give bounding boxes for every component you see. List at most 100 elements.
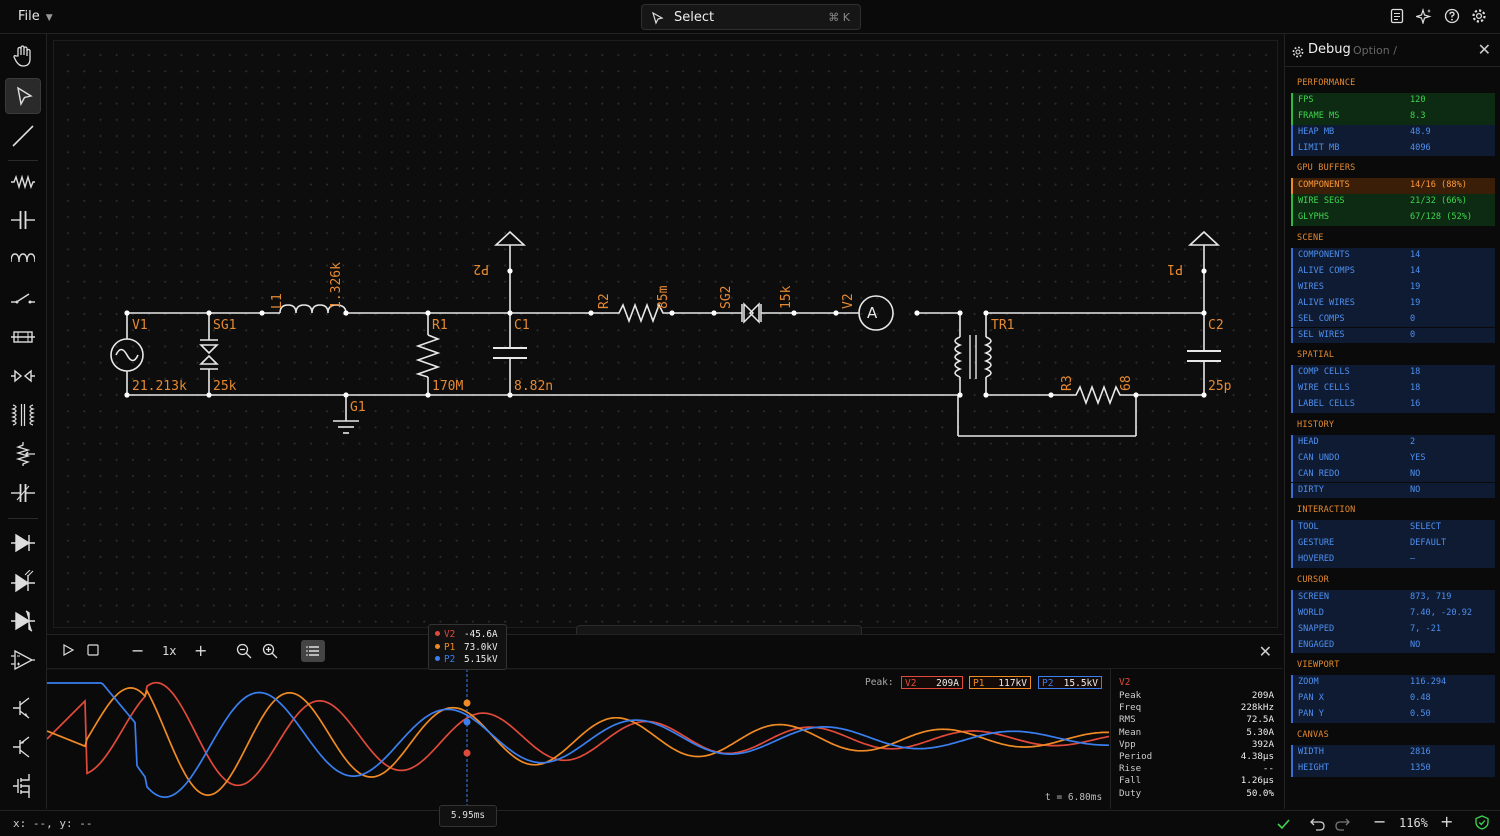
opamp-icon[interactable] [5,642,41,678]
debug-row: SEL WIRES 0 [1291,327,1495,344]
debug-section-interaction: INTERACTION [1297,505,1356,516]
switch-icon[interactable] [5,280,41,316]
debug-row: WIDTH 2816 [1291,744,1495,761]
debug-value: 14 [1410,250,1421,261]
file-menu[interactable]: File ▼ [18,9,53,24]
label-SG2-value: 15k [779,285,794,309]
speed-increase-button[interactable]: + [194,641,207,660]
close-icon[interactable]: ✕ [1478,40,1491,59]
debug-row: HOVERED — [1291,552,1495,568]
stat-value: 5.30A [1246,726,1274,738]
mosfet-icon[interactable] [5,768,41,804]
label-V2: V2 [841,293,856,309]
debug-row: HEAD 2 [1291,434,1495,451]
command-label: Select [674,10,715,25]
waveform-plot[interactable] [47,669,1110,809]
zoom-in-button[interactable]: + [1440,812,1453,831]
debug-key: HEAP MB [1298,126,1335,137]
inductor-icon[interactable] [5,241,41,277]
stop-icon[interactable] [87,644,99,660]
debug-row: WIRE CELLS 18 [1291,381,1495,397]
led-icon[interactable] [5,564,41,600]
stat-key: Duty [1119,787,1142,799]
debug-section-cursor: CURSOR [1297,574,1329,585]
tooltip-series: V2 [444,629,456,640]
top-bar: File ▼ Select ⌘ K [0,0,1500,34]
debug-key: WORLD [1298,607,1324,618]
debug-header: Debug Option / ✕ [1285,34,1500,67]
spark-gap-icon[interactable] [5,358,41,394]
debug-key: DIRTY [1298,484,1324,495]
stat-row: Duty 50.0% [1119,788,1274,800]
stat-key: Vpp [1119,738,1136,750]
cursor-marker-P1 [463,699,471,707]
undo-icon[interactable] [1310,816,1325,835]
pointer-icon[interactable] [5,78,41,114]
debug-key: PAN Y [1298,709,1324,720]
settings-icon[interactable] [1471,8,1487,28]
command-palette-button[interactable]: Select ⌘ K [641,4,861,30]
stat-key: Fall [1119,775,1142,787]
debug-value: 19 [1410,297,1421,308]
debug-shortcut: Option / [1353,44,1397,57]
document-icon[interactable] [1390,8,1404,28]
npn-transistor-icon[interactable] [5,690,41,726]
zoom-out-button[interactable]: − [1373,812,1386,831]
fuse-icon[interactable] [5,319,41,355]
schematic-canvas[interactable]: A V1 21.213k SG1 25k L1 1.326k R1 170M C… [53,40,1278,659]
debug-value: 48.9 [1410,126,1431,137]
help-icon[interactable] [1444,8,1460,28]
close-icon[interactable]: ✕ [1259,642,1272,661]
wire-icon[interactable] [5,118,41,154]
zoom-out-icon[interactable] [236,643,252,663]
stat-row: Period 4.38µs [1119,751,1274,763]
play-icon[interactable] [62,643,75,660]
waveform-P2 [47,682,1109,798]
tooltip-value: 5.15kV [464,654,498,665]
debug-value: 0 [1410,329,1416,340]
tooltip-value: -45.6A [464,629,498,640]
component-toolbar [0,34,47,809]
file-menu-label: File [18,9,40,24]
capacitor-icon[interactable] [5,202,41,238]
stat-row: Rise -- [1119,763,1274,775]
debug-value: 8.3 [1410,110,1426,121]
peak-name: V2 [905,678,917,689]
toolbar-separator [8,160,38,161]
stat-key: Rise [1119,763,1142,775]
zoom-in-icon[interactable] [262,643,278,663]
waveform-P1 [47,687,1109,796]
potentiometer-icon[interactable] [5,436,41,472]
debug-row: CAN REDO NO [1291,466,1495,483]
debug-value: 2816 [1410,746,1431,757]
sparkle-icon[interactable] [1414,7,1432,28]
hand-icon[interactable] [5,38,41,74]
stat-value: 392A [1251,738,1274,750]
pnp-transistor-icon[interactable] [5,729,41,765]
resistor-icon[interactable] [5,164,41,200]
debug-key: COMPONENTS [1298,250,1350,261]
debug-section-spatial: SPATIAL [1297,350,1335,361]
label-P1: P1 [1167,261,1183,276]
debug-key: WIDTH [1298,746,1324,757]
debug-key: WIRE CELLS [1298,383,1350,394]
peak-name: P2 [1042,678,1054,689]
label-R2-value: 85m [656,285,671,309]
diode-icon[interactable] [5,525,41,561]
chevron-down-icon: ▼ [45,13,53,23]
zener-diode-icon[interactable] [5,603,41,639]
stat-key: Freq [1119,702,1142,714]
debug-key: HOVERED [1298,554,1335,565]
debug-key: COMP CELLS [1298,367,1350,378]
transformer-icon[interactable] [5,397,41,433]
variable-capacitor-icon[interactable] [5,475,41,511]
series-dot [435,631,440,636]
debug-key: FPS [1298,95,1314,105]
debug-section-viewport: VIEWPORT [1297,660,1340,671]
debug-value: 21/32 (66%) [1410,196,1467,207]
speed-decrease-button[interactable]: − [131,641,144,660]
redo-icon[interactable] [1335,816,1350,835]
debug-key: WIRES [1298,281,1324,292]
tooltip-series: P1 [444,641,456,653]
measurements-toggle[interactable] [301,640,325,662]
